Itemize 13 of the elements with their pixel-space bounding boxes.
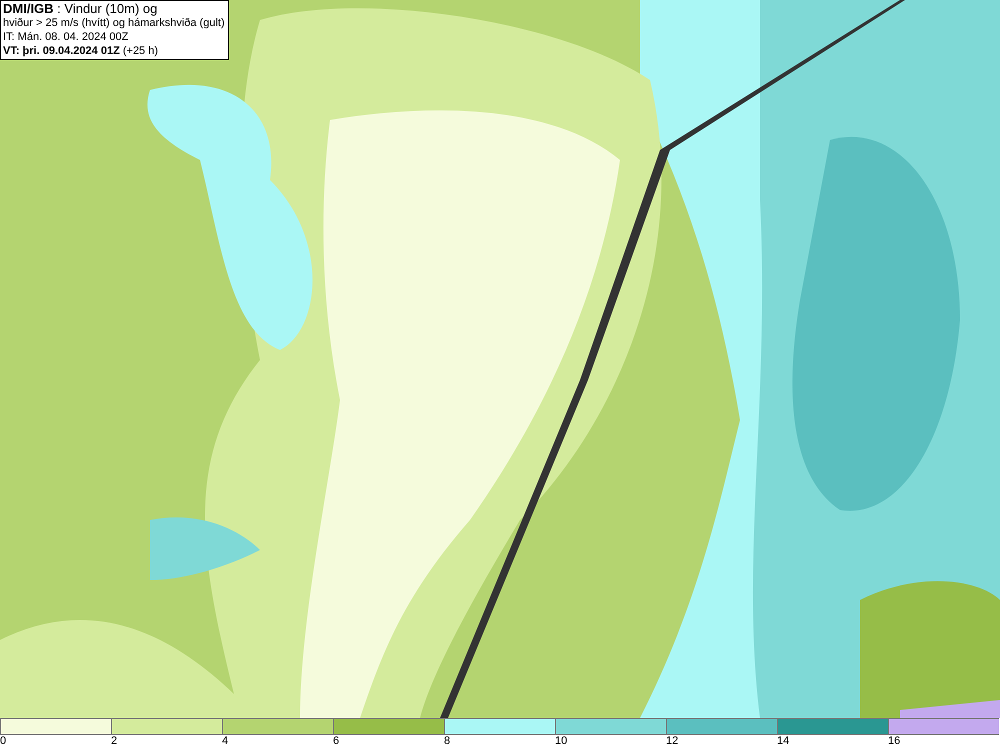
header-text: VT: þri. 09.04.2024 01Z (+25 h): [3, 44, 160, 58]
header-text: IT: Mán. 08. 04. 2024 00Z: [3, 30, 130, 44]
legend-label: 10: [555, 735, 568, 747]
legend-label: 4: [222, 735, 228, 747]
legend-label: 8: [444, 735, 450, 747]
legend-label: 6: [333, 735, 340, 747]
legend-label: 14: [777, 735, 790, 747]
legend-label: 12: [666, 735, 678, 747]
header-text: hviður > 25 m/s (hvítt) og hámarkshviða (gult): [3, 16, 226, 30]
legend-label: 2: [111, 735, 118, 747]
header-text: DMI/IGB : Vindur (10m) og: [3, 2, 158, 16]
legend-label: 16: [888, 735, 900, 747]
legend-label: 0: [0, 735, 6, 747]
